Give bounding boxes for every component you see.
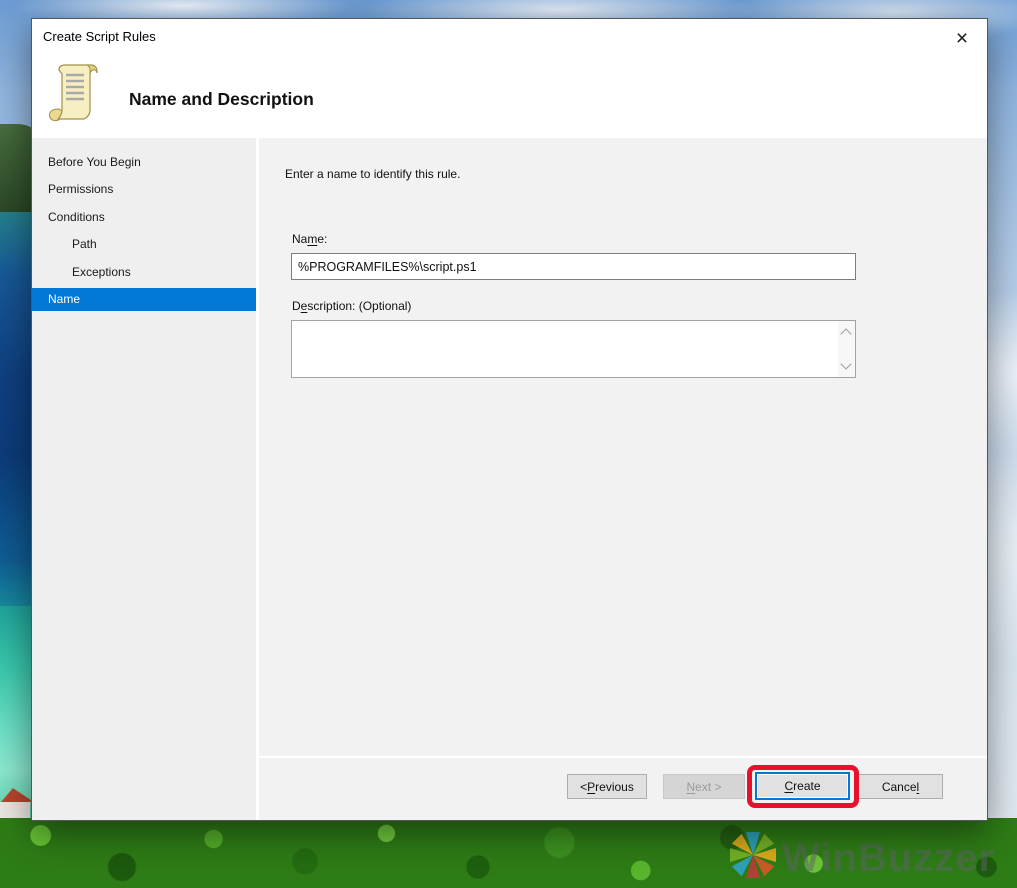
wizard-content: Enter a name to identify this rule. Name… (259, 138, 987, 820)
description-textarea[interactable] (292, 321, 838, 377)
scroll-up-icon[interactable] (840, 328, 852, 340)
button-bar-divider (259, 756, 987, 758)
next-button[interactable]: Next > (663, 774, 745, 799)
create-button[interactable]: Create (755, 772, 850, 800)
description-scrollbar[interactable] (838, 321, 855, 377)
previous-button[interactable]: < Previous (567, 774, 647, 799)
sidebar-item-conditions[interactable]: Conditions (32, 205, 256, 228)
sidebar-item-permissions[interactable]: Permissions (32, 178, 256, 201)
script-scroll-icon (48, 64, 98, 122)
create-script-rules-dialog: Create Script Rules × Name and Descripti… (31, 18, 988, 821)
description-label: Description: (Optional) (292, 299, 412, 313)
name-label: Name: (292, 232, 328, 246)
sidebar-item-name[interactable]: Name (32, 287, 256, 311)
scroll-down-icon[interactable] (840, 358, 852, 370)
name-input[interactable] (291, 253, 856, 280)
sidebar-item-exceptions[interactable]: Exceptions (32, 260, 256, 283)
watermark-pinwheel-icon (730, 832, 776, 878)
wizard-sidebar: Before You Begin Permissions Conditions … (32, 138, 259, 820)
description-field (291, 320, 856, 378)
watermark: WinBuzzer (782, 836, 996, 880)
cancel-button[interactable]: Cance l (858, 774, 943, 799)
instruction-text: Enter a name to identify this rule. (285, 167, 461, 181)
window-title: Create Script Rules (43, 29, 156, 44)
dialog-body: Before You Begin Permissions Conditions … (32, 138, 987, 820)
close-icon: × (955, 27, 969, 50)
close-button[interactable]: × (947, 24, 977, 54)
sidebar-item-path[interactable]: Path (32, 233, 256, 256)
sidebar-item-before-you-begin[interactable]: Before You Begin (32, 150, 256, 173)
page-title: Name and Description (129, 89, 314, 109)
